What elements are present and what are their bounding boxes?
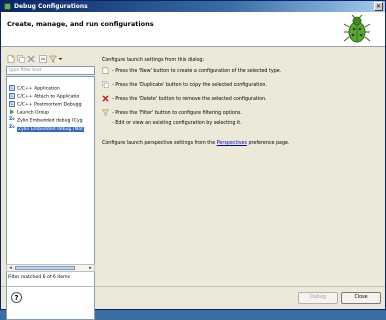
perspective-settings-text: Configure launch perspective settings fr… xyxy=(102,141,290,146)
configuration-list-pane: type filter text C C/C++ Application C C/C… xyxy=(6,54,95,320)
delete-config-icon xyxy=(102,95,109,102)
scroll-left-icon[interactable]: ◂ xyxy=(7,265,14,271)
configuration-tree: C C/C++ Application C C/C++ Attach to Appl… xyxy=(6,76,95,320)
scrollbar-thumb[interactable] xyxy=(15,266,75,270)
help-line-filter: - Press the 'Filter' button to configure… xyxy=(102,109,242,117)
scroll-right-icon[interactable]: ▸ xyxy=(87,265,94,271)
zylin-icon: Zc xyxy=(9,117,15,122)
launch-group-icon xyxy=(10,109,15,115)
filter-status: Filter matched 6 of 6 items xyxy=(8,275,70,280)
tree-item-zylin-cyg[interactable]: Zc Zylin Embedded debug (Cyg xyxy=(9,117,94,125)
new-config-icon[interactable] xyxy=(7,55,15,63)
help-line-delete: - Press the 'Delete' button to remove th… xyxy=(102,95,267,103)
config-toolbar xyxy=(6,54,95,64)
tree-item-c-attach[interactable]: C C/C++ Attach to Applicatio xyxy=(9,93,94,101)
launch-settings-pane: Configure launch settings from this dial… xyxy=(99,54,380,286)
filter-input[interactable]: type filter text xyxy=(6,66,95,75)
duplicate-config-icon xyxy=(102,81,109,88)
close-icon[interactable]: ✕ xyxy=(374,2,383,11)
perspectives-link[interactable]: Perspectives xyxy=(217,141,247,146)
tree-item-c-postmortem[interactable]: C C/C++ Postmortem Debugg xyxy=(9,101,94,109)
filter-icon[interactable] xyxy=(49,55,57,63)
page-title: Create, manage, and run configurations xyxy=(7,20,154,28)
zylin-icon: Zc xyxy=(9,125,15,130)
window-icon xyxy=(4,3,11,10)
header-banner: Create, manage, and run configurations xyxy=(1,12,385,47)
tree-horizontal-scrollbar[interactable]: ◂ ▸ xyxy=(6,264,95,272)
window-title: Debug Configurations xyxy=(14,3,88,10)
tree-item-zylin-nat[interactable]: Zc Zylin Embedded debug (Nat xyxy=(9,125,94,133)
title-bar: Debug Configurations ✕ xyxy=(1,1,385,12)
help-line-duplicate: - Press the 'Duplicate' button to copy t… xyxy=(102,81,267,89)
debug-bug-icon xyxy=(343,15,371,43)
c-app-icon: C xyxy=(9,93,15,99)
c-app-icon: C xyxy=(9,101,15,107)
tree-item-launch-group[interactable]: Launch Group xyxy=(9,109,94,117)
filter-icon xyxy=(102,109,109,116)
intro-text: Configure launch settings from this dial… xyxy=(102,58,205,63)
view-menu-chevron-icon[interactable] xyxy=(58,55,63,63)
help-line-edit: - Edit or view an existing configuration… xyxy=(112,121,242,126)
dialog-button-bar: ? Debug Close xyxy=(1,286,385,310)
c-app-icon: C xyxy=(9,85,15,91)
debug-button[interactable]: Debug xyxy=(298,292,338,304)
help-line-new: - Press the 'New' button to create a con… xyxy=(102,67,281,75)
help-icon[interactable]: ? xyxy=(11,292,22,303)
duplicate-config-icon[interactable] xyxy=(17,55,25,63)
collapse-all-icon[interactable] xyxy=(39,55,47,63)
close-button[interactable]: Close xyxy=(341,292,381,304)
tree-item-c-application[interactable]: C C/C++ Application xyxy=(9,85,94,93)
new-config-icon xyxy=(102,67,109,74)
debug-configurations-dialog: Debug Configurations ✕ Create, manage, a… xyxy=(0,0,386,320)
delete-config-icon[interactable] xyxy=(27,55,35,63)
